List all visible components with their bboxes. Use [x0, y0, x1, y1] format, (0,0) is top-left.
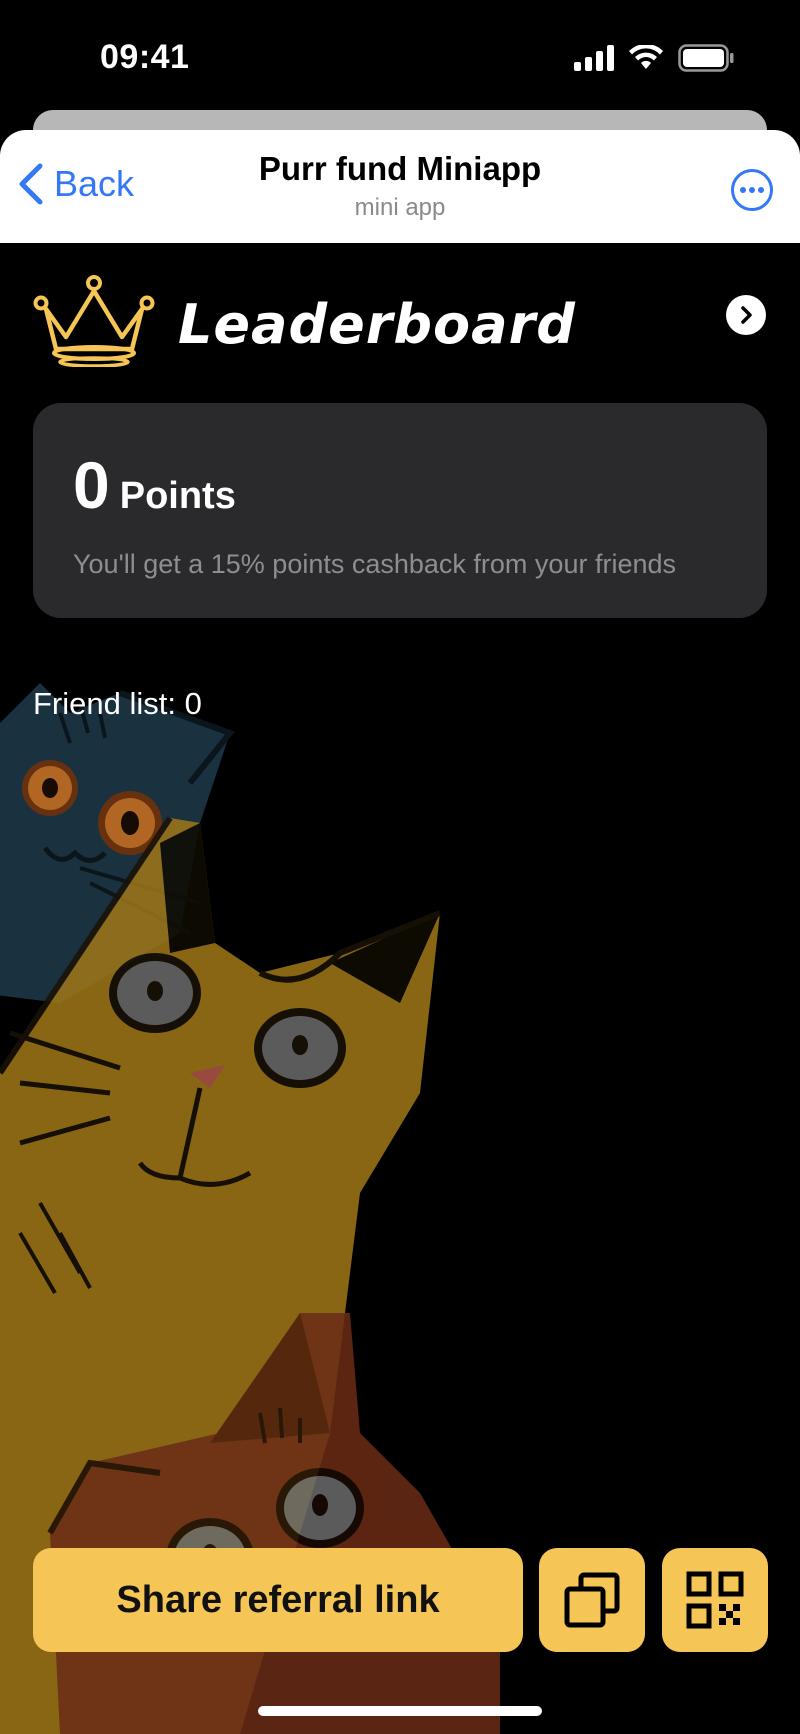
points-value: 0 [73, 448, 110, 522]
leaderboard-open-button[interactable] [726, 295, 766, 335]
more-icon[interactable] [730, 168, 774, 212]
miniapp-header: Back Purr fund Miniapp mini app [0, 130, 800, 243]
share-referral-button[interactable]: Share referral link [33, 1548, 523, 1652]
main-content: Leaderboard 0 Points You'll get a 15% po… [0, 243, 800, 1734]
qr-code-button[interactable] [662, 1548, 768, 1652]
friend-list-label: Friend list: 0 [33, 686, 202, 721]
wifi-icon [629, 45, 663, 69]
crown-icon [33, 275, 155, 367]
status-bar: 09:41 [0, 0, 800, 118]
status-icons [574, 44, 734, 72]
header-title: Purr fund Miniapp [258, 150, 542, 187]
qr-code-icon [686, 1571, 744, 1629]
home-indicator [258, 1706, 542, 1716]
leaderboard-title: Leaderboard [178, 293, 576, 356]
copy-link-button[interactable] [539, 1548, 645, 1652]
points-row: 0 Points [73, 447, 236, 523]
points-card: 0 Points You'll get a 15% points cashbac… [33, 403, 767, 618]
points-label: Points [119, 475, 236, 517]
copy-icon [564, 1572, 620, 1628]
signal-icon [574, 45, 614, 71]
cashback-note: You'll get a 15% points cashback from yo… [73, 549, 676, 579]
leaderboard-header: Leaderboard [32, 273, 768, 383]
chevron-right-icon [741, 306, 752, 324]
header-subtitle: mini app [354, 194, 446, 221]
status-time: 09:41 [100, 38, 190, 76]
battery-icon [678, 44, 734, 72]
